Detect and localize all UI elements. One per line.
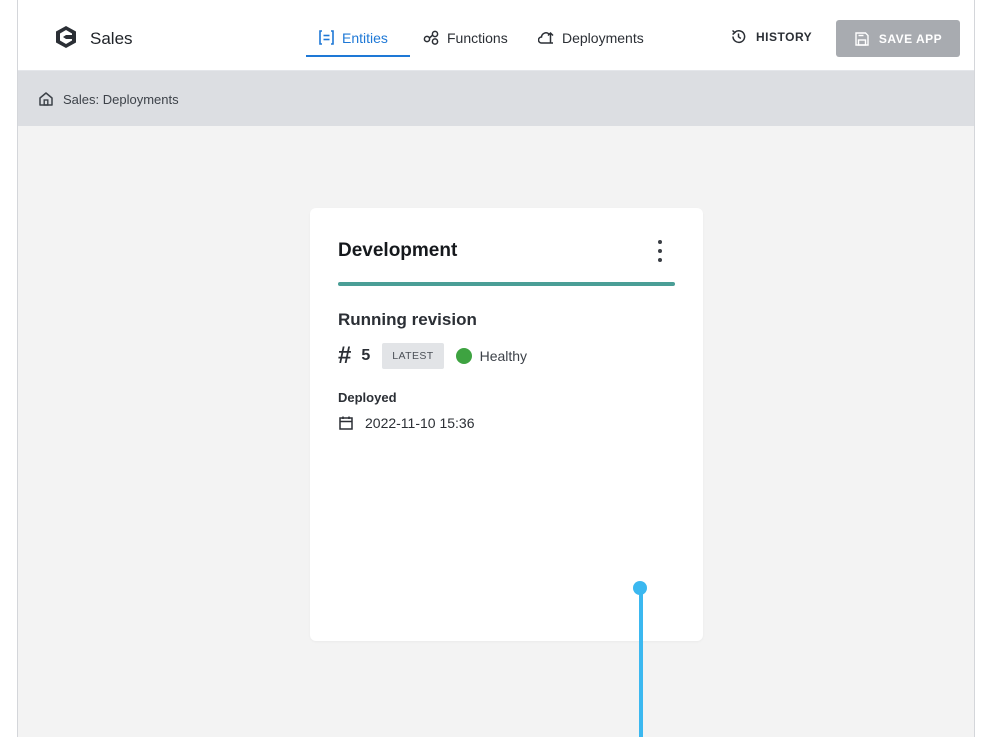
deployed-label: Deployed <box>338 390 397 405</box>
nav-functions[interactable]: Functions <box>423 29 508 46</box>
status-text: Healthy <box>479 348 528 364</box>
nav-entities[interactable]: Entities <box>318 29 388 46</box>
environment-color-bar <box>338 282 675 286</box>
nav-functions-label: Functions <box>447 29 508 46</box>
status-indicator-icon <box>455 348 472 364</box>
breadcrumb[interactable]: Sales: Deployments <box>38 91 179 107</box>
deployed-date: 2022-11-10 15:36 <box>365 415 475 431</box>
more-options-icon[interactable] <box>652 237 668 265</box>
save-icon <box>855 31 869 46</box>
save-app-button[interactable]: SAVE APP <box>836 20 960 57</box>
deployments-icon <box>538 31 554 44</box>
home-icon <box>39 92 53 106</box>
active-tab-indicator <box>306 55 410 57</box>
save-app-label: SAVE APP <box>878 31 943 46</box>
entities-icon <box>319 30 334 45</box>
environment-title: Development <box>338 240 458 261</box>
breadcrumb-text: Sales: Deployments <box>63 91 179 107</box>
pointer-dot <box>633 581 647 595</box>
app-frame: Sales Entities Functions Deployments HIS… <box>17 0 975 737</box>
revision-hash-symbol: # <box>338 342 352 369</box>
latest-badge: LATEST <box>382 343 444 369</box>
revision-number: 5 <box>361 347 371 364</box>
history-icon <box>731 29 746 44</box>
nav-entities-label: Entities <box>342 29 388 46</box>
top-bar: Sales Entities Functions Deployments HIS… <box>18 0 974 71</box>
breadcrumb-bar: Sales: Deployments <box>18 71 974 126</box>
deployment-card[interactable]: Development Running revision # 5 LATEST … <box>310 208 703 641</box>
running-revision-heading: Running revision <box>338 310 477 329</box>
revision-row: # 5 LATEST Healthy <box>338 342 527 370</box>
calendar-icon <box>339 416 353 430</box>
history-label: HISTORY <box>756 29 813 44</box>
nav-deployments-label: Deployments <box>562 29 644 46</box>
app-logo-icon <box>56 26 76 48</box>
app-title[interactable]: Sales <box>90 29 133 49</box>
functions-icon <box>423 30 439 45</box>
history-button[interactable]: HISTORY <box>730 28 812 45</box>
deployed-date-row: 2022-11-10 15:36 <box>338 415 475 431</box>
pointer-line <box>639 588 643 737</box>
nav-deployments[interactable]: Deployments <box>538 29 644 46</box>
